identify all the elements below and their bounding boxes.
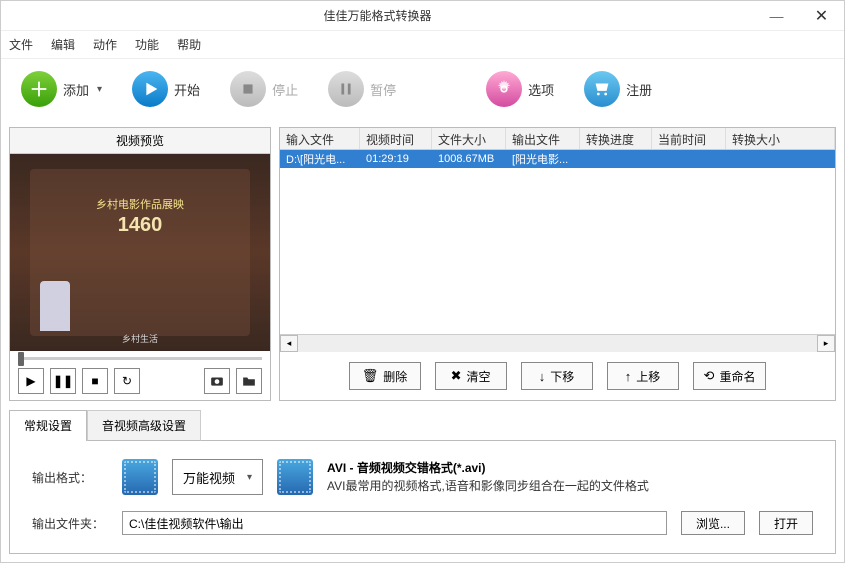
menu-edit[interactable]: 编辑 [51,36,75,53]
pause-button[interactable]: 暂停 [328,71,396,107]
play-btn[interactable]: ▶ [18,368,44,394]
scroll-left-icon[interactable]: ◂ [280,335,298,352]
video-preview[interactable]: 乡村电影作品展映 1460 乡村生活 [10,154,270,351]
trash-icon: 🗑 [362,368,379,384]
rename-icon: ⟲ [704,368,715,384]
film-icon [122,459,158,495]
format-description: AVI - 音频视频交错格式(*.avi) AVI最常用的视频格式,语音和影像同… [327,459,649,495]
menu-function[interactable]: 功能 [135,36,159,53]
folder-btn[interactable] [236,368,262,394]
window-title: 佳佳万能格式转换器 [1,7,754,24]
move-up-button[interactable]: ↑上移 [607,362,679,390]
add-button[interactable]: 添加 ▾ [21,71,102,107]
output-format-label: 输出格式： [32,469,108,486]
tab-advanced[interactable]: 音视频高级设置 [87,410,201,441]
start-button[interactable]: 开始 [132,71,200,107]
tab-general[interactable]: 常规设置 [9,410,87,441]
output-path-input[interactable] [122,511,667,535]
format-select[interactable]: 万能视频 ▾ [172,459,263,495]
menu-action[interactable]: 动作 [93,36,117,53]
pause-btn[interactable]: ❚❚ [50,368,76,394]
arrow-up-icon: ↑ [625,369,632,384]
gear-icon [486,71,522,107]
cart-icon [584,71,620,107]
delete-button[interactable]: 🗑删除 [349,362,421,390]
stop-btn[interactable]: ■ [82,368,108,394]
preview-header: 视频预览 [10,128,270,154]
table-header: 输入文件 视频时间 文件大小 输出文件 转换进度 当前时间 转换大小 [280,128,835,150]
plus-icon [21,71,57,107]
clear-button[interactable]: ✖清空 [435,362,507,390]
rename-button[interactable]: ⟲重命名 [693,362,767,390]
seek-slider[interactable] [18,357,262,360]
minimize-button[interactable]: — [754,1,799,31]
pause-icon [328,71,364,107]
stop-icon [230,71,266,107]
arrow-down-icon: ↓ [539,369,546,384]
output-folder-label: 输出文件夹： [32,515,108,532]
menu-file[interactable]: 文件 [9,36,33,53]
open-button[interactable]: 打开 [759,511,813,535]
caret-down-icon: ▾ [97,84,102,95]
snapshot-btn[interactable] [204,368,230,394]
table-row[interactable]: D:\[阳光电... 01:29:19 1008.67MB [阳光电影... [280,150,835,168]
close-button[interactable]: ✕ [799,1,844,31]
h-scrollbar[interactable]: ◂ ▸ [280,334,835,352]
caret-down-icon: ▾ [247,472,252,483]
browse-button[interactable]: 浏览... [681,511,745,535]
options-button[interactable]: 选项 [486,71,554,107]
film-icon [277,459,313,495]
loop-btn[interactable]: ↻ [114,368,140,394]
menu-help[interactable]: 帮助 [177,36,201,53]
play-icon [132,71,168,107]
stop-button[interactable]: 停止 [230,71,298,107]
scroll-right-icon[interactable]: ▸ [817,335,835,352]
register-button[interactable]: 注册 [584,71,652,107]
x-icon: ✖ [451,368,462,384]
move-down-button[interactable]: ↓下移 [521,362,593,390]
